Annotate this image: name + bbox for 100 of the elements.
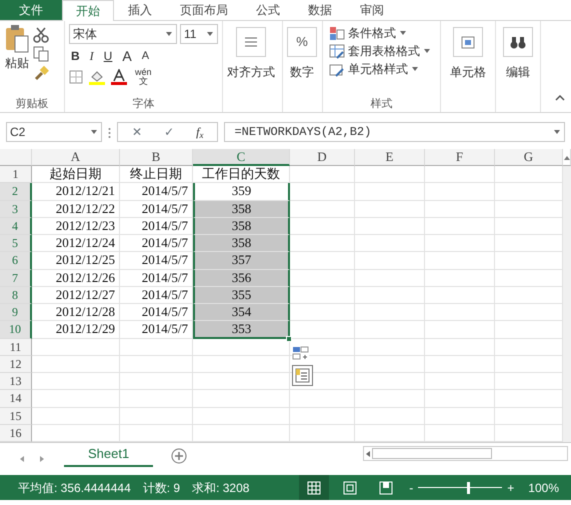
phonetic-button[interactable]: wén 文 xyxy=(133,68,154,86)
zoom-level[interactable]: 100% xyxy=(528,478,559,496)
column-header[interactable]: C xyxy=(193,149,290,166)
paste-button[interactable]: 粘贴 xyxy=(4,24,30,96)
dropdown-icon[interactable] xyxy=(165,30,173,38)
row-header[interactable]: 14 xyxy=(0,390,32,408)
empty-cell xyxy=(355,270,425,287)
row-header[interactable]: 13 xyxy=(0,373,32,390)
ribbon-tab[interactable]: 开始 xyxy=(62,0,114,21)
empty-cell xyxy=(425,252,495,270)
row-header[interactable]: 15 xyxy=(0,408,32,425)
empty-cell xyxy=(355,218,425,235)
collapse-ribbon-icon[interactable] xyxy=(555,94,565,101)
empty-cell xyxy=(290,408,355,425)
copy-icon[interactable] xyxy=(33,46,49,62)
number-format-button[interactable]: % 数字 xyxy=(287,24,317,112)
scroll-left-icon[interactable] xyxy=(18,454,26,463)
fill-color-icon[interactable] xyxy=(89,69,105,85)
row-header[interactable]: 4 xyxy=(0,218,32,235)
empty-cell xyxy=(425,338,495,356)
font-size-field[interactable]: 11 xyxy=(180,24,218,44)
table-cell: 357 xyxy=(193,252,290,270)
font-color-icon[interactable] xyxy=(111,69,127,85)
row-header[interactable]: 16 xyxy=(0,424,32,442)
add-sheet-icon[interactable] xyxy=(171,448,188,464)
empty-cell xyxy=(425,356,495,373)
enter-button[interactable]: ✓ xyxy=(162,123,176,141)
column-header[interactable]: E xyxy=(355,149,425,166)
row-header[interactable]: 6 xyxy=(0,252,32,270)
cancel-button[interactable]: ✕ xyxy=(130,123,144,141)
italic-button[interactable]: I xyxy=(88,47,96,65)
file-tab[interactable]: 文件 xyxy=(0,0,62,20)
column-header[interactable]: D xyxy=(290,149,355,166)
paste-options-icon[interactable] xyxy=(292,364,313,386)
cut-icon[interactable] xyxy=(33,27,49,43)
cells-button[interactable]: 单元格 xyxy=(445,24,491,112)
format-painter-icon[interactable] xyxy=(33,65,49,81)
table-cell: 2012/12/25 xyxy=(32,252,120,270)
table-cell: 起始日期 xyxy=(32,166,120,184)
table-cell: 2012/12/23 xyxy=(32,218,120,235)
font-name-field[interactable]: 宋体 xyxy=(69,24,177,44)
grow-font-button[interactable]: A xyxy=(120,47,134,65)
slider-thumb[interactable] xyxy=(467,482,470,494)
style-menu-button[interactable]: 单元格样式 xyxy=(327,60,433,78)
name-box[interactable]: C2 xyxy=(6,122,102,142)
row-header[interactable]: 8 xyxy=(0,286,32,304)
editing-button[interactable]: 编辑 xyxy=(500,24,536,112)
quick-analysis-icon[interactable] xyxy=(292,344,309,360)
row-header[interactable]: 7 xyxy=(0,270,32,287)
underline-button[interactable]: U xyxy=(102,47,114,65)
style-menu-button[interactable]: 套用表格格式 xyxy=(327,42,433,60)
conditional-format-icon xyxy=(329,26,345,40)
empty-cell xyxy=(425,304,495,322)
table-cell: 2012/12/21 xyxy=(32,183,120,200)
view-button[interactable] xyxy=(299,475,330,500)
row-header[interactable]: 12 xyxy=(0,356,32,373)
dropdown-icon[interactable] xyxy=(411,65,419,73)
divider-dots-icon xyxy=(108,126,111,138)
dropdown-icon[interactable] xyxy=(399,29,407,37)
ribbon-tab[interactable]: 插入 xyxy=(114,0,166,20)
row-header[interactable]: 9 xyxy=(0,304,32,322)
column-header[interactable]: B xyxy=(120,149,193,166)
empty-cell xyxy=(355,321,425,338)
empty-cell xyxy=(425,286,495,304)
alignment-button[interactable]: 对齐方式 xyxy=(227,24,275,112)
empty-cell xyxy=(425,235,495,252)
bold-button[interactable]: B xyxy=(69,47,82,65)
row-header[interactable]: 1 xyxy=(0,166,32,184)
ribbon-tab[interactable]: 公式 xyxy=(242,0,294,20)
ribbon-tab[interactable]: 数据 xyxy=(294,0,346,20)
row-header[interactable]: 2 xyxy=(0,183,32,200)
zoom-out-button[interactable]: - xyxy=(407,478,416,496)
scroll-thumb[interactable] xyxy=(372,448,492,459)
ribbon-tab[interactable]: 审阅 xyxy=(346,0,398,20)
dropdown-icon[interactable] xyxy=(206,30,214,38)
formula-field[interactable]: =NETWORKDAYS(A2,B2) xyxy=(224,122,565,142)
row-header[interactable]: 11 xyxy=(0,338,32,356)
insert-function-button[interactable]: f$_{x}$ xyxy=(194,123,206,141)
group-label: 样式 xyxy=(370,97,394,112)
empty-cell xyxy=(290,390,355,408)
vertical-scrollbar[interactable] xyxy=(563,166,571,442)
borders-icon[interactable] xyxy=(69,70,83,84)
column-header[interactable]: G xyxy=(495,149,563,166)
dropdown-icon[interactable] xyxy=(423,47,431,55)
row-header[interactable]: 5 xyxy=(0,235,32,252)
ribbon-tab[interactable]: 页面布局 xyxy=(166,0,242,20)
zoom-in-button[interactable]: + xyxy=(505,478,516,496)
shrink-font-button[interactable]: A xyxy=(140,47,152,65)
column-header[interactable]: A xyxy=(32,149,120,166)
dropdown-icon[interactable] xyxy=(553,128,561,136)
empty-cell xyxy=(355,166,425,184)
table-cell: 2012/12/28 xyxy=(32,304,120,322)
column-header[interactable]: F xyxy=(425,149,495,166)
dropdown-icon[interactable] xyxy=(90,128,98,136)
style-menu-button[interactable]: 条件格式 xyxy=(327,24,433,42)
scroll-left-icon[interactable] xyxy=(364,450,372,458)
scroll-right-icon[interactable] xyxy=(38,454,46,463)
row-header[interactable]: 3 xyxy=(0,200,32,218)
empty-cell xyxy=(425,373,495,390)
row-header[interactable]: 10 xyxy=(0,321,32,338)
